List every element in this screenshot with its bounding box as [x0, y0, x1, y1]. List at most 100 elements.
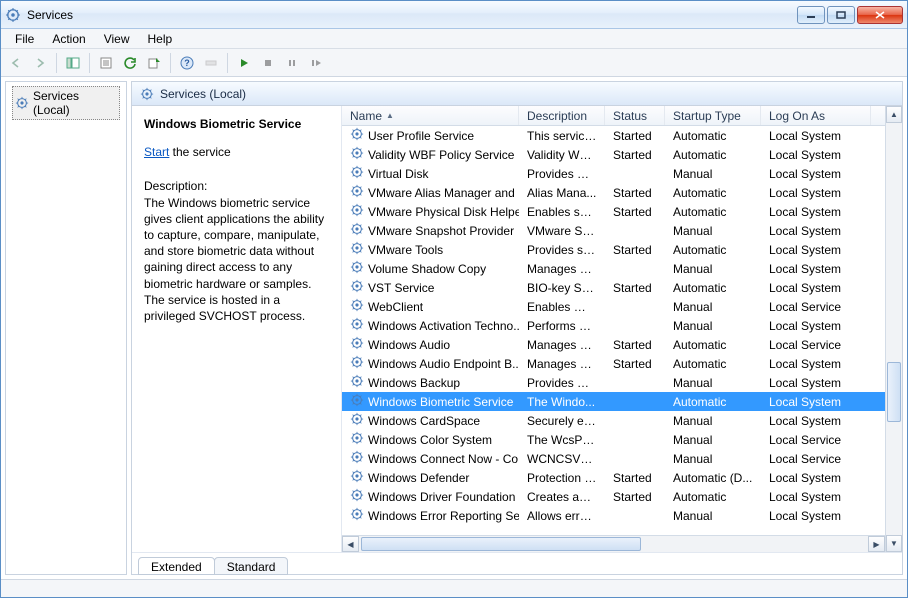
service-row[interactable]: Windows DefenderProtection a...StartedAu… [342, 468, 885, 487]
col-status[interactable]: Status [605, 106, 665, 125]
menu-file[interactable]: File [7, 31, 42, 47]
gear-icon [350, 146, 364, 163]
cell-description: Provides m... [519, 167, 605, 181]
cell-logon: Local Service [761, 433, 871, 447]
tree-root-node[interactable]: Services (Local) [12, 86, 120, 120]
properties-button[interactable] [95, 52, 117, 74]
cell-startup: Manual [665, 300, 761, 314]
column-headers: Name▲ Description Status Startup Type Lo… [342, 106, 885, 126]
back-button[interactable] [5, 52, 27, 74]
maximize-button[interactable] [827, 6, 855, 24]
hscroll-thumb[interactable] [361, 537, 641, 551]
scroll-left-icon[interactable]: ◀ [342, 536, 359, 552]
forward-button[interactable] [29, 52, 51, 74]
col-startup[interactable]: Startup Type [665, 106, 761, 125]
service-row[interactable]: VST ServiceBIO-key Ser...StartedAutomati… [342, 278, 885, 297]
service-row[interactable]: Windows Driver Foundation ...Creates and… [342, 487, 885, 506]
action-button[interactable] [200, 52, 222, 74]
horizontal-scrollbar[interactable]: ◀ ▶ [342, 535, 885, 552]
cell-name: WebClient [342, 298, 519, 315]
help-button[interactable]: ? [176, 52, 198, 74]
pause-service-button[interactable] [281, 52, 303, 74]
menu-action[interactable]: Action [44, 31, 93, 47]
service-row[interactable]: VMware Alias Manager and ...Alias Mana..… [342, 183, 885, 202]
service-row[interactable]: User Profile ServiceThis service ...Star… [342, 126, 885, 145]
scroll-right-icon[interactable]: ▶ [868, 536, 885, 552]
cell-description: WCNCSVC ... [519, 452, 605, 466]
toolbar-separator [170, 53, 171, 73]
hscroll-track[interactable] [359, 536, 868, 552]
cell-status: Started [605, 243, 665, 257]
scroll-up-icon[interactable]: ▲ [886, 106, 902, 123]
stop-service-button[interactable] [257, 52, 279, 74]
tab-standard[interactable]: Standard [214, 557, 289, 575]
cell-startup: Manual [665, 452, 761, 466]
cell-name: Windows Connect Now - Co... [342, 450, 519, 467]
service-row[interactable]: Windows Activation Techno...Performs W..… [342, 316, 885, 335]
cell-startup: Manual [665, 262, 761, 276]
menu-view[interactable]: View [96, 31, 138, 47]
service-row[interactable]: Validity WBF Policy ServiceValidity WB..… [342, 145, 885, 164]
service-row[interactable]: Windows BackupProvides Wi...ManualLocal … [342, 373, 885, 392]
vscroll-thumb[interactable] [887, 362, 901, 422]
start-service-button[interactable] [233, 52, 255, 74]
start-link[interactable]: Start [144, 145, 169, 159]
cell-startup: Manual [665, 376, 761, 390]
menubar: File Action View Help [1, 29, 907, 49]
service-row[interactable]: Windows CardSpaceSecurely en...ManualLoc… [342, 411, 885, 430]
toolbar: ? [1, 49, 907, 77]
cell-logon: Local System [761, 319, 871, 333]
refresh-button[interactable] [119, 52, 141, 74]
start-service-line: Start the service [144, 144, 329, 160]
gear-icon [350, 507, 364, 524]
gear-icon [350, 241, 364, 258]
col-logon[interactable]: Log On As [761, 106, 871, 125]
service-row[interactable]: Windows Connect Now - Co...WCNCSVC ... Ma… [342, 449, 885, 468]
service-list-wrap: Name▲ Description Status Startup Type Lo… [342, 106, 902, 552]
restart-service-button[interactable] [305, 52, 327, 74]
vscroll-track[interactable] [886, 123, 902, 535]
service-row[interactable]: VMware Snapshot ProviderVMware Sn...Manu… [342, 221, 885, 240]
service-row[interactable]: Virtual DiskProvides m...ManualLocal Sys… [342, 164, 885, 183]
service-row[interactable]: VMware Physical Disk Helpe...Enables sup… [342, 202, 885, 221]
cell-startup: Automatic [665, 490, 761, 504]
close-button[interactable] [857, 6, 903, 24]
service-row[interactable]: Windows AudioManages au...StartedAutomat… [342, 335, 885, 354]
cell-logon: Local System [761, 148, 871, 162]
service-rows[interactable]: User Profile ServiceThis service ...Star… [342, 126, 885, 535]
menu-help[interactable]: Help [140, 31, 181, 47]
cell-status: Started [605, 186, 665, 200]
cell-description: Provides Wi... [519, 376, 605, 390]
cell-logon: Local System [761, 357, 871, 371]
service-row[interactable]: WebClientEnables Win...ManualLocal Servi… [342, 297, 885, 316]
cell-description: VMware Sn... [519, 224, 605, 238]
scroll-down-icon[interactable]: ▼ [886, 535, 902, 552]
gear-icon [350, 260, 364, 277]
service-row[interactable]: Windows Biometric ServiceThe Windo...Aut… [342, 392, 885, 411]
services-window: Services File Action View Help ? [0, 0, 908, 598]
service-row[interactable]: Windows Audio Endpoint B...Manages au...… [342, 354, 885, 373]
cell-name: Windows Audio [342, 336, 519, 353]
service-row[interactable]: Windows Color SystemThe WcsPlu...ManualL… [342, 430, 885, 449]
cell-logon: Local System [761, 471, 871, 485]
tab-extended[interactable]: Extended [138, 557, 215, 575]
vertical-scrollbar[interactable]: ▲ ▼ [885, 106, 902, 552]
cell-logon: Local System [761, 262, 871, 276]
pane-header: Services (Local) [132, 82, 902, 106]
minimize-button[interactable] [797, 6, 825, 24]
app-icon [5, 7, 21, 23]
service-row[interactable]: VMware ToolsProvides su...StartedAutomat… [342, 240, 885, 259]
cell-name: Windows Backup [342, 374, 519, 391]
show-hide-tree-button[interactable] [62, 52, 84, 74]
export-list-button[interactable] [143, 52, 165, 74]
sort-asc-icon: ▲ [386, 111, 394, 120]
col-description[interactable]: Description [519, 106, 605, 125]
description-text: The Windows biometric service gives clie… [144, 195, 329, 325]
col-name[interactable]: Name▲ [342, 106, 519, 125]
toolbar-separator [227, 53, 228, 73]
service-row[interactable]: Windows Error Reporting Ser...Allows err… [342, 506, 885, 525]
cell-description: Allows error... [519, 509, 605, 523]
titlebar[interactable]: Services [1, 1, 907, 29]
tree-pane[interactable]: Services (Local) [5, 81, 127, 575]
service-row[interactable]: Volume Shadow CopyManages an...ManualLoc… [342, 259, 885, 278]
